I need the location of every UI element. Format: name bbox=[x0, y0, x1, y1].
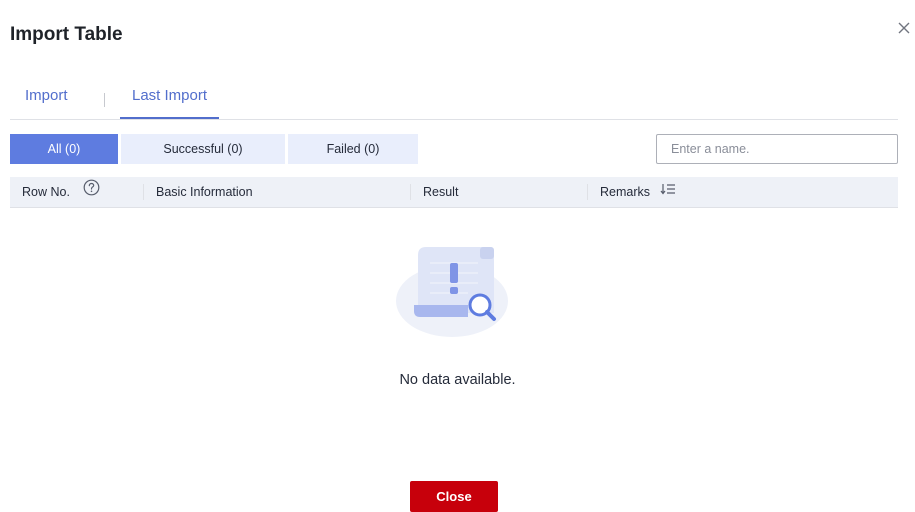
column-divider bbox=[143, 184, 144, 200]
tab-import[interactable]: Import bbox=[25, 84, 68, 117]
dialog-title: Import Table bbox=[10, 24, 123, 45]
tab-bar: Import Last Import bbox=[10, 84, 898, 120]
column-divider bbox=[587, 184, 588, 200]
tab-divider bbox=[104, 93, 105, 107]
column-divider bbox=[410, 184, 411, 200]
tab-last-import[interactable]: Last Import bbox=[120, 84, 220, 119]
close-icon[interactable] bbox=[896, 20, 912, 36]
filter-all-button[interactable]: All (0) bbox=[10, 134, 118, 164]
filter-failed-button[interactable]: Failed (0) bbox=[288, 134, 418, 164]
column-header-row-no-label: Row No. bbox=[22, 185, 70, 199]
help-circle-icon[interactable] bbox=[83, 177, 100, 207]
filter-successful-button[interactable]: Successful (0) bbox=[121, 134, 285, 164]
no-data-illustration bbox=[394, 243, 518, 344]
sort-icon[interactable] bbox=[660, 177, 676, 207]
column-header-row-no: Row No. bbox=[22, 177, 100, 207]
column-header-basic-information: Basic Information bbox=[156, 185, 253, 199]
column-header-remarks-label: Remarks bbox=[600, 185, 651, 199]
empty-state-text: No data available. bbox=[399, 372, 516, 388]
column-header-result: Result bbox=[423, 185, 459, 199]
close-button[interactable]: Close bbox=[410, 481, 498, 512]
column-header-remarks[interactable]: Remarks bbox=[600, 177, 676, 207]
search-input[interactable] bbox=[656, 134, 898, 164]
table-header: Row No. Basic Information Result Remarks bbox=[10, 177, 898, 208]
